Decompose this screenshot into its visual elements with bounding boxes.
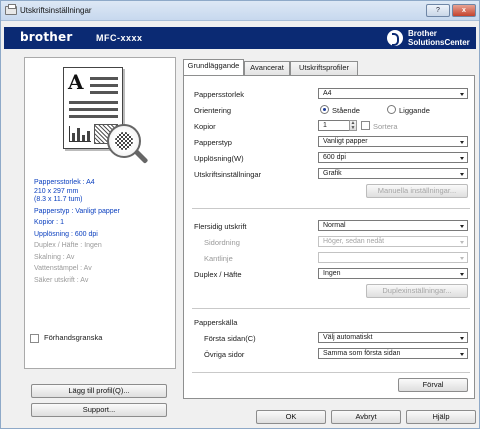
summary-scaling: Skalning : Av (34, 253, 75, 261)
border-line-select (318, 252, 468, 263)
chevron-down-icon (460, 337, 464, 340)
chevron-down-icon (460, 157, 464, 160)
solutions-center-line1[interactable]: Brother (408, 29, 437, 38)
chevron-down-icon (460, 257, 464, 260)
window-title: Utskriftsinställningar (20, 6, 92, 15)
text-line (90, 77, 118, 80)
page-order-label: Sidordning (204, 238, 240, 247)
help-button[interactable]: Hjälp (406, 410, 476, 424)
duplex-settings-button: Duplexinställningar... (366, 284, 468, 298)
ok-button[interactable]: OK (256, 410, 326, 424)
duplex-select[interactable]: Ingen (318, 268, 468, 279)
solutions-center-line2[interactable]: SolutionsCenter (408, 38, 470, 47)
border-line-label: Kantlinje (204, 254, 233, 263)
manual-settings-button: Manuella inställningar... (366, 184, 468, 198)
title-bar[interactable]: Utskriftsinställningar ? x (1, 1, 479, 21)
magnifier-handle (133, 149, 149, 164)
model-name: MFC-xxxx (96, 33, 143, 43)
chevron-down-icon (460, 241, 464, 244)
close-button[interactable]: x (452, 4, 476, 17)
page-order-select: Höger, sedan nedåt (318, 236, 468, 247)
settings-summary: Pappersstorlek : A4 210 x 297 mm (8.3 x … (34, 179, 174, 285)
print-settings-label: Utskriftsinställningar (194, 170, 262, 179)
printer-icon (5, 4, 17, 15)
basic-tab-content: Pappersstorlek A4 Orientering Stående Li… (183, 75, 475, 399)
copies-stepper[interactable]: ▲ ▼ (349, 120, 357, 131)
resolution-label: Upplösning(W) (194, 154, 244, 163)
landscape-radio[interactable] (387, 105, 396, 114)
resolution-select[interactable]: 600 dpi (318, 152, 468, 163)
other-pages-label: Övriga sidor (204, 350, 245, 359)
text-line (69, 115, 118, 118)
tab-advanced[interactable]: Avancerat (244, 61, 290, 75)
summary-dims-inch: (8.3 x 11.7 tum) (34, 196, 83, 203)
chevron-down-icon (460, 353, 464, 356)
print-preview-label[interactable]: Förhandsgranska (44, 333, 102, 342)
printing-preferences-window: Utskriftsinställningar ? x brother MFC-x… (0, 0, 480, 429)
paper-size-select[interactable]: A4 (318, 88, 468, 99)
copies-label: Kopior (194, 122, 216, 131)
default-button[interactable]: Förval (398, 378, 468, 392)
summary-watermark: Vattenstämpel : Av (34, 265, 92, 272)
print-settings-select[interactable]: Grafik (318, 168, 468, 179)
summary-media: Papperstyp : Vanligt papper (34, 207, 120, 215)
section-divider (192, 208, 470, 209)
multiple-page-select[interactable]: Normal (318, 220, 468, 231)
summary-duplex: Duplex / Häfte : Ingen (34, 242, 102, 249)
summary-copies: Kopior : 1 (34, 219, 64, 226)
section-divider (192, 372, 470, 373)
document-letter-glyph: A (68, 70, 84, 94)
text-line (69, 101, 118, 104)
media-type-label: Papperstyp (194, 138, 232, 147)
settings-preview-panel: A Pappersstorlek : A4 210 x 297 mm (8.3 … (24, 57, 176, 369)
summary-dims-mm: 210 x 297 mm (34, 187, 79, 195)
first-page-label: Första sidan(C) (204, 334, 256, 343)
tab-print-profiles[interactable]: Utskriftsprofiler (290, 61, 358, 75)
chevron-down-icon (460, 273, 464, 276)
text-line (69, 108, 118, 111)
cancel-button[interactable]: Avbryt (331, 410, 401, 424)
tab-basic[interactable]: Grundläggande (183, 59, 244, 75)
chevron-down-icon (460, 173, 464, 176)
landscape-label[interactable]: Liggande (399, 106, 430, 115)
portrait-radio[interactable] (320, 105, 329, 114)
paper-source-label: Papperskälla (194, 318, 238, 327)
text-line (90, 91, 118, 94)
solutions-center-icon[interactable] (387, 30, 403, 46)
summary-paper-size: Pappersstorlek : A4 (34, 179, 95, 186)
add-profile-button[interactable]: Lägg till profil(Q)... (31, 384, 167, 398)
help-title-button[interactable]: ? (426, 4, 450, 17)
multiple-page-label: Flersidig utskrift (194, 222, 247, 231)
copies-input[interactable]: 1 (318, 120, 350, 131)
other-pages-select[interactable]: Samma som första sidan (318, 348, 468, 359)
support-button[interactable]: Support... (31, 403, 167, 417)
brother-logo: brother (20, 30, 73, 44)
first-page-select[interactable]: Välj automatiskt (318, 332, 468, 343)
duplex-label: Duplex / Häfte (194, 270, 242, 279)
portrait-label[interactable]: Stående (332, 106, 360, 115)
paper-size-label: Pappersstorlek (194, 90, 245, 99)
collate-label: Sortera (373, 122, 398, 131)
summary-resolution: Upplösning : 600 dpi (34, 230, 98, 238)
print-preview-checkbox[interactable] (30, 333, 39, 343)
bar-chart-icon (69, 126, 91, 142)
chevron-down-icon (460, 141, 464, 144)
print-preview-checkbox-row[interactable]: Förhandsgranska (30, 333, 102, 343)
collate-checkbox (361, 121, 370, 130)
chevron-down-icon (460, 93, 464, 96)
media-type-select[interactable]: Vanligt papper (318, 136, 468, 147)
section-divider (192, 308, 470, 309)
chevron-down-icon (460, 225, 464, 228)
text-line (90, 84, 118, 87)
summary-secure-print: Säker utskrift : Av (34, 276, 89, 284)
brother-header-banner: brother MFC-xxxx Brother SolutionsCenter (4, 27, 476, 49)
orientation-label: Orientering (194, 106, 232, 115)
